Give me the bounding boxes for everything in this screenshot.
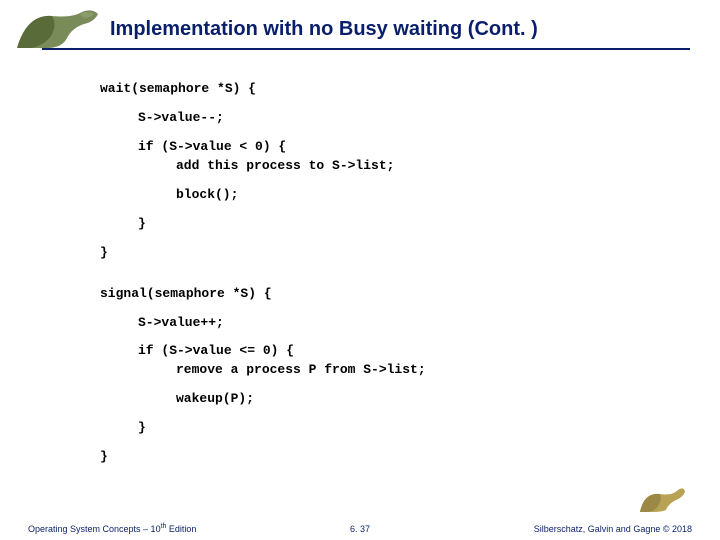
code-line: add this process to S->list;: [100, 159, 680, 174]
code-line: wait(semaphore *S) {: [100, 82, 680, 97]
slide-header: Implementation with no Busy waiting (Con…: [0, 0, 720, 60]
code-block: wait(semaphore *S) { S->value--; if (S->…: [100, 82, 680, 469]
code-line: if (S->value <= 0) {: [100, 344, 680, 359]
slide-title: Implementation with no Busy waiting (Con…: [110, 18, 720, 41]
code-line: S->value--;: [100, 111, 680, 126]
slide-footer: Operating System Concepts – 10th Edition…: [0, 516, 720, 540]
code-line: wakeup(P);: [100, 392, 680, 407]
dinosaur-logo-top-icon: [12, 4, 102, 52]
code-line: }: [100, 421, 680, 436]
code-line: S->value++;: [100, 316, 680, 331]
footer-left: Operating System Concepts – 10th Edition: [28, 523, 196, 534]
code-line: block();: [100, 188, 680, 203]
code-line: if (S->value < 0) {: [100, 140, 680, 155]
footer-book-prefix: Operating System Concepts – 10: [28, 524, 161, 534]
dinosaur-logo-bottom-icon: [638, 484, 686, 514]
code-line: signal(semaphore *S) {: [100, 287, 680, 302]
footer-book-suffix: Edition: [166, 524, 196, 534]
footer-copyright: Silberschatz, Galvin and Gagne © 2018: [534, 524, 692, 534]
code-line: }: [100, 217, 680, 232]
header-divider: [42, 48, 690, 50]
code-line: }: [100, 450, 680, 465]
code-line: }: [100, 246, 680, 261]
footer-page-number: 6. 37: [350, 524, 370, 534]
code-line: remove a process P from S->list;: [100, 363, 680, 378]
